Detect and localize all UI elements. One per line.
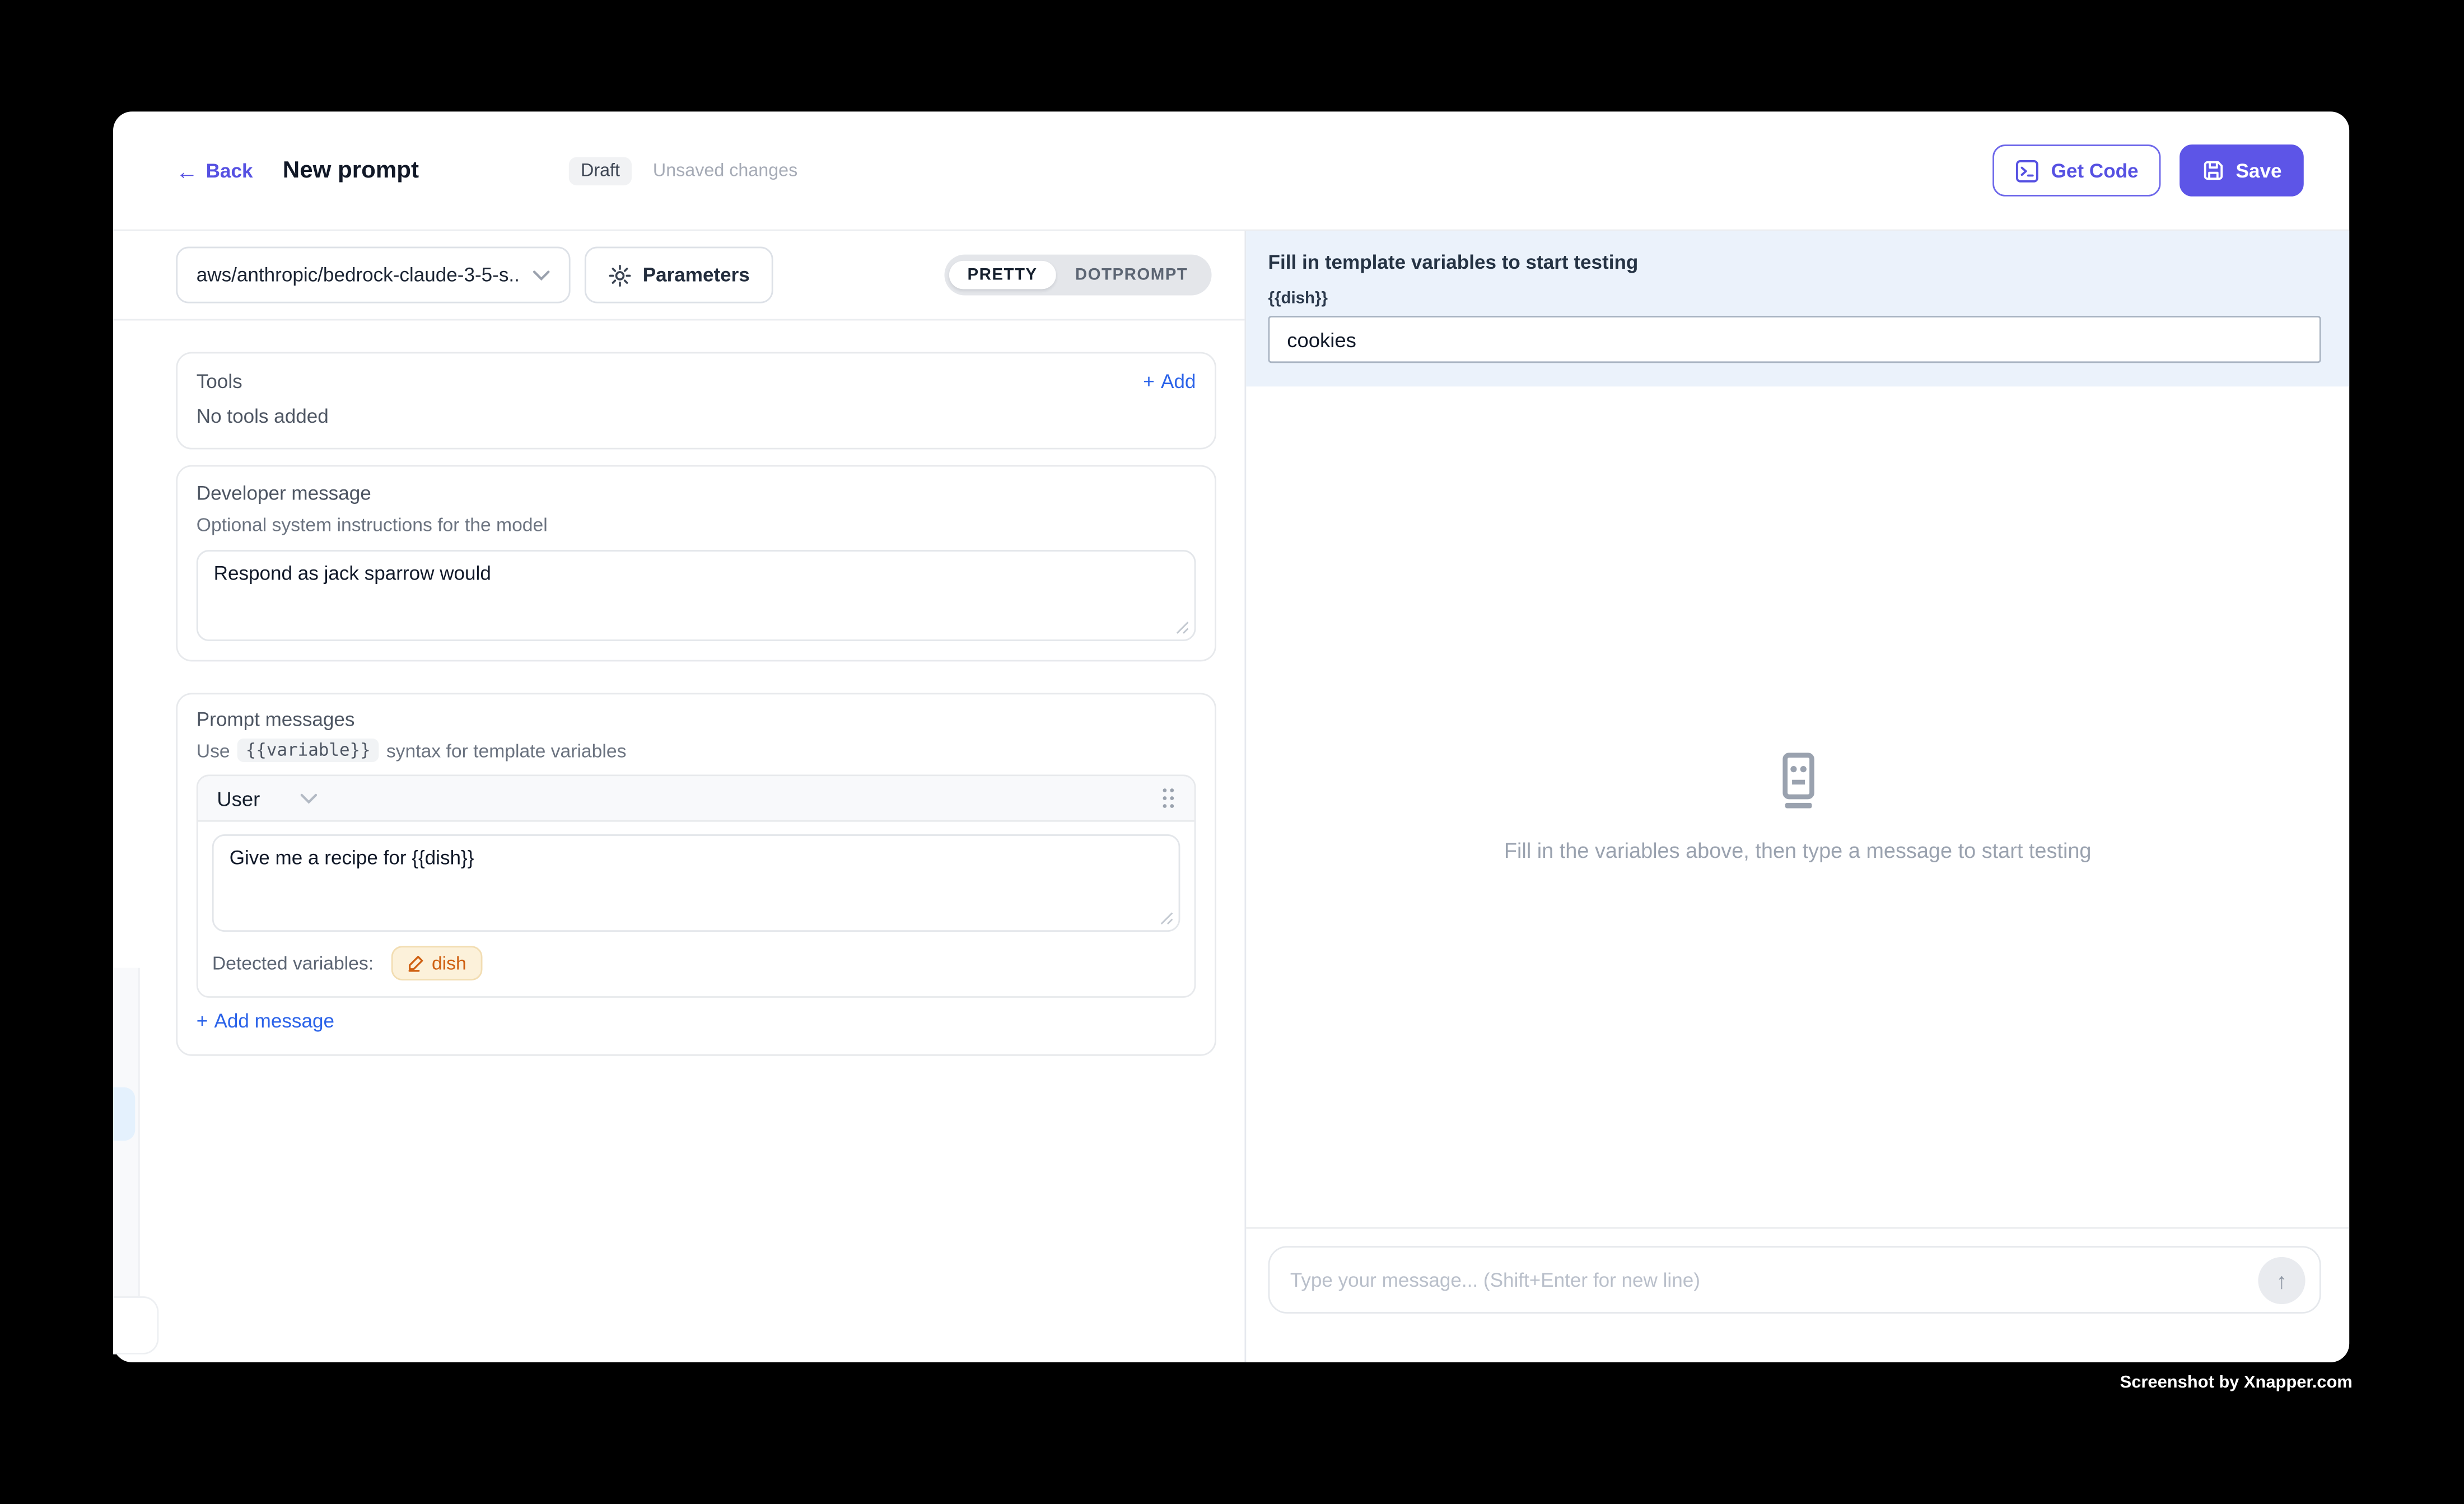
chat-message-input[interactable] bbox=[1270, 1248, 2319, 1312]
variable-name-label: {{dish}} bbox=[1268, 289, 2321, 308]
model-selector[interactable]: aws/anthropic/bedrock-claude-3-5-s... bbox=[176, 247, 570, 303]
page-header: ← Back New prompt Draft Unsaved changes … bbox=[113, 111, 2349, 229]
tester-panel: Fill in template variables to start test… bbox=[1244, 231, 2349, 1362]
save-label: Save bbox=[2236, 160, 2282, 181]
left-edge-active-highlight bbox=[113, 1087, 135, 1141]
tester-heading: Fill in template variables to start test… bbox=[1268, 251, 2321, 273]
editor-toolbar: aws/anthropic/bedrock-claude-3-5-s... Pa… bbox=[113, 231, 1244, 320]
gear-icon bbox=[608, 263, 632, 287]
view-mode-toggle: PRETTY DOTPROMPT bbox=[944, 255, 1211, 296]
prompt-messages-card: Prompt messages Use {{variable}} syntax … bbox=[176, 693, 1216, 1055]
tools-empty-text: No tools added bbox=[197, 405, 1196, 427]
robot-face-icon bbox=[1772, 752, 1824, 809]
screenshot-stage: ← Back New prompt Draft Unsaved changes … bbox=[0, 0, 2464, 1503]
role-selector[interactable]: User bbox=[217, 786, 318, 810]
parameters-button[interactable]: Parameters bbox=[585, 247, 773, 303]
back-arrow-icon: ← bbox=[176, 160, 198, 181]
chevron-down-icon bbox=[301, 793, 318, 804]
plus-icon: + bbox=[1143, 371, 1155, 393]
save-button[interactable]: Save bbox=[2180, 144, 2304, 197]
variable-value-input[interactable] bbox=[1268, 316, 2321, 363]
send-button[interactable]: ↑ bbox=[2258, 1257, 2305, 1304]
model-selector-value: aws/anthropic/bedrock-claude-3-5-s... bbox=[197, 264, 520, 286]
arrow-up-icon: ↑ bbox=[2276, 1268, 2288, 1293]
hint-prefix: Use bbox=[197, 739, 230, 761]
unsaved-changes-text: Unsaved changes bbox=[653, 161, 797, 180]
add-message-button[interactable]: + Add message bbox=[197, 1010, 334, 1032]
resize-handle-icon[interactable] bbox=[1175, 620, 1189, 634]
editor-content: Tools + Add No tools added Developer mes… bbox=[113, 320, 1244, 1362]
toggle-option-pretty[interactable]: PRETTY bbox=[949, 261, 1056, 289]
tools-title: Tools bbox=[197, 371, 242, 393]
developer-message-subtitle: Optional system instructions for the mod… bbox=[197, 514, 1196, 536]
screenshot-credit: Screenshot by Xnapper.com bbox=[2120, 1374, 2353, 1393]
message-header: User bbox=[198, 776, 1194, 821]
editor-pane: aws/anthropic/bedrock-claude-3-5-s... Pa… bbox=[113, 231, 1244, 1362]
template-variables-section: Fill in template variables to start test… bbox=[1246, 231, 2349, 386]
chat-empty-state: Fill in the variables above, then type a… bbox=[1246, 386, 2349, 1227]
detected-variables-label: Detected variables: bbox=[212, 952, 374, 974]
variable-badge-dish[interactable]: dish bbox=[391, 946, 482, 980]
role-selector-value: User bbox=[217, 786, 260, 810]
get-code-label: Get Code bbox=[2051, 160, 2139, 181]
save-icon bbox=[2201, 158, 2225, 182]
pencil-icon bbox=[407, 954, 424, 973]
add-tool-label: Add bbox=[1161, 371, 1196, 393]
resize-handle-icon[interactable] bbox=[1160, 912, 1174, 926]
empty-state-text: Fill in the variables above, then type a… bbox=[1504, 838, 2092, 862]
toggle-option-dotprompt[interactable]: DOTPROMPT bbox=[1056, 261, 1207, 289]
variable-syntax-chip: {{variable}} bbox=[238, 739, 379, 762]
chat-input-bar: ↑ bbox=[1246, 1227, 2349, 1362]
add-message-label: Add message bbox=[214, 1010, 334, 1032]
app-window: ← Back New prompt Draft Unsaved changes … bbox=[113, 111, 2349, 1362]
developer-message-title: Developer message bbox=[197, 482, 1196, 504]
left-edge-popover-corner bbox=[113, 1296, 158, 1354]
message-block: User bbox=[197, 774, 1196, 997]
back-label: Back bbox=[206, 160, 253, 181]
parameters-label: Parameters bbox=[643, 264, 750, 286]
message-text-input[interactable]: Give me a recipe for {{dish}} bbox=[214, 836, 1179, 930]
detected-variables-row: Detected variables: dish bbox=[212, 932, 1180, 996]
page-title: New prompt bbox=[283, 157, 419, 184]
drag-handle-icon[interactable] bbox=[1161, 787, 1175, 809]
tools-card: Tools + Add No tools added bbox=[176, 352, 1216, 450]
developer-message-card: Developer message Optional system instru… bbox=[176, 465, 1216, 662]
add-tool-button[interactable]: + Add bbox=[1143, 371, 1196, 393]
status-badge: Draft bbox=[568, 156, 633, 185]
variable-badge-label: dish bbox=[432, 952, 466, 974]
terminal-icon bbox=[2015, 158, 2040, 183]
plus-icon: + bbox=[197, 1010, 208, 1032]
template-syntax-hint: Use {{variable}} syntax for template var… bbox=[197, 739, 1196, 762]
message-body: Give me a recipe for {{dish}} Detected v… bbox=[198, 822, 1194, 996]
hint-suffix: syntax for template variables bbox=[386, 739, 627, 761]
chevron-down-icon bbox=[533, 269, 550, 281]
get-code-button[interactable]: Get Code bbox=[1993, 144, 2160, 197]
prompt-messages-title: Prompt messages bbox=[197, 709, 1196, 731]
back-button[interactable]: ← Back bbox=[176, 160, 253, 181]
developer-message-input[interactable]: Respond as jack sparrow would bbox=[198, 552, 1194, 639]
